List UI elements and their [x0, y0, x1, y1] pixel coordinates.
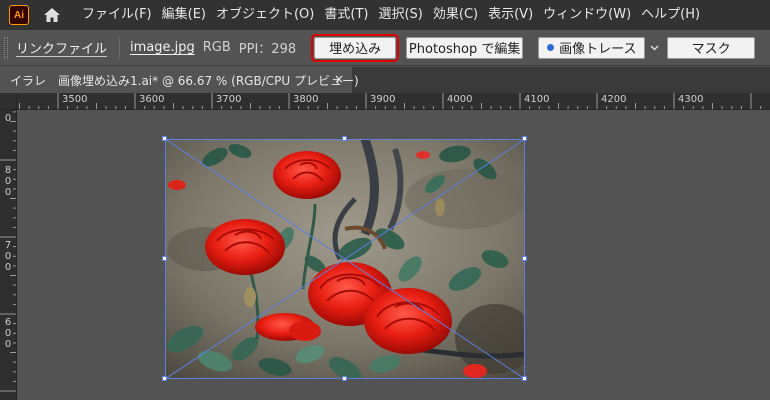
linked-filename[interactable]: image.jpg [130, 40, 195, 55]
placed-image[interactable] [165, 139, 525, 379]
vertical-ruler[interactable]: 0 800 700 600 [0, 110, 17, 400]
resize-handle-bottom-left[interactable] [162, 376, 167, 381]
illustrator-app-icon[interactable]: Ai [9, 5, 29, 25]
ruler-label-700: 700 [4, 240, 12, 273]
resize-handle-bottom-right[interactable] [522, 376, 527, 381]
control-bar: リンクファイル image.jpg RGB PPI：298 埋め込み Photo… [0, 30, 770, 66]
menu-help[interactable]: ヘルプ(H) [636, 0, 705, 30]
trace-dot-icon [547, 44, 555, 51]
ruler-origin-corner[interactable] [0, 93, 17, 110]
trace-options-chevron-icon[interactable] [647, 37, 661, 59]
menu-view[interactable]: 表示(V) [483, 0, 538, 30]
menu-select[interactable]: 選択(S) [373, 0, 427, 30]
ruler-label-4000: 4000 [447, 94, 473, 105]
ruler-label-v0: 0 [4, 113, 12, 124]
embed-button[interactable]: 埋め込み [311, 33, 400, 62]
document-tab-label: イラレ 画像埋め込み1.ai* @ 66.67 % (RGB/CPU プレビュー… [10, 73, 359, 88]
image-trace-label: 画像トレース [559, 42, 637, 57]
resize-handle-top-left[interactable] [162, 136, 167, 141]
ruler-label-800: 800 [4, 165, 12, 198]
horizontal-ruler[interactable]: 3500 3600 3700 3800 3900 4000 4100 4200 … [0, 93, 770, 110]
resize-handle-top-right[interactable] [522, 136, 527, 141]
image-trace-button[interactable]: 画像トレース [538, 36, 646, 59]
menu-object[interactable]: オブジェクト(O) [211, 0, 319, 30]
color-mode-label: RGB [202, 40, 231, 55]
linked-file-link[interactable]: リンクファイル [16, 38, 107, 57]
ruler-label-3800: 3800 [293, 94, 319, 105]
resize-handle-left[interactable] [162, 256, 167, 261]
resize-handle-top[interactable] [342, 136, 347, 141]
control-divider [119, 36, 121, 59]
ruler-label-3600: 3600 [139, 94, 165, 105]
ruler-label-4300: 4300 [678, 94, 704, 105]
rose-photo [165, 139, 525, 379]
ruler-label-3700: 3700 [216, 94, 242, 105]
ruler-label-600: 600 [4, 317, 12, 350]
mask-button[interactable]: マスク [667, 36, 756, 59]
menu-file[interactable]: ファイル(F) [77, 0, 157, 30]
menu-bar: Ai ファイル(F) 編集(E) オブジェクト(O) 書式(T) 選択(S) 効… [0, 0, 770, 30]
resize-handle-right[interactable] [522, 256, 527, 261]
panel-grip[interactable] [4, 36, 8, 59]
ppi-label: PPI：298 [238, 42, 297, 57]
home-icon[interactable] [41, 4, 63, 26]
menu-window[interactable]: ウィンドウ(W) [538, 0, 636, 30]
menu-edit[interactable]: 編集(E) [157, 0, 211, 30]
edit-in-photoshop-button[interactable]: Photoshop で編集 [406, 36, 524, 59]
ruler-label-3900: 3900 [370, 94, 396, 105]
resize-handle-bottom[interactable] [342, 376, 347, 381]
close-tab-icon[interactable]: × [334, 72, 344, 86]
ruler-label-4100: 4100 [524, 94, 550, 105]
document-tab[interactable]: イラレ 画像埋め込み1.ai* @ 66.67 % (RGB/CPU プレビュー… [0, 67, 359, 93]
document-tab-bar: イラレ 画像埋め込み1.ai* @ 66.67 % (RGB/CPU プレビュー… [0, 67, 770, 93]
menu-type[interactable]: 書式(T) [319, 0, 373, 30]
ruler-label-3500: 3500 [62, 94, 88, 105]
menu-effect[interactable]: 効果(C) [428, 0, 483, 30]
ruler-label-4200: 4200 [601, 94, 627, 105]
